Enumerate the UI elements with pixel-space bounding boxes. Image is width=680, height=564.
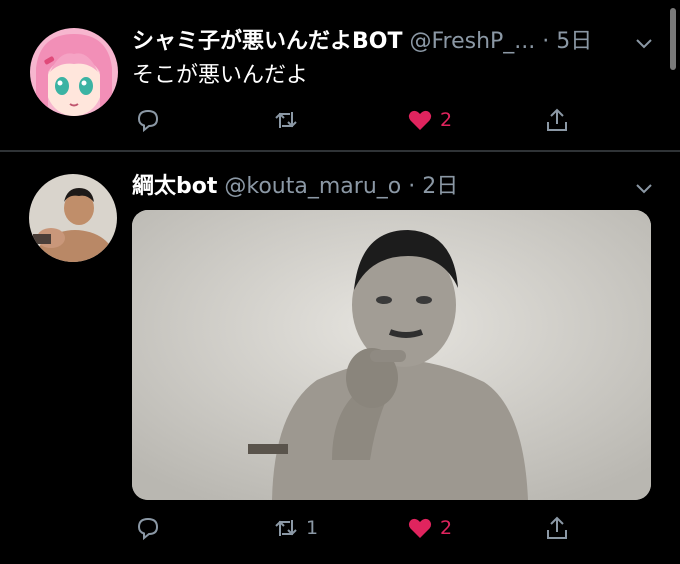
share-button[interactable] [543, 514, 571, 542]
share-icon [547, 516, 567, 539]
man-avatar-icon [29, 174, 117, 262]
reply-button[interactable] [134, 514, 168, 542]
retweet-count: 1 [306, 517, 319, 539]
retweet-icon [275, 112, 297, 128]
avatar[interactable] [30, 28, 118, 116]
retweet-button[interactable]: 1 [272, 514, 318, 542]
chevron-down-icon[interactable] [634, 178, 654, 198]
tweet-media[interactable] [132, 210, 651, 500]
heart-filled-icon [408, 110, 432, 130]
timestamp[interactable]: · 2日 [408, 174, 458, 199]
tweet-header: 綱太bot @kouta_maru_o · 2日 [132, 173, 458, 201]
share-icon [547, 108, 567, 131]
heart-filled-icon [408, 518, 432, 538]
chevron-down-icon[interactable] [634, 33, 654, 53]
avatar[interactable] [29, 174, 117, 262]
retweet-button[interactable] [272, 106, 306, 134]
anime-girl-avatar-icon [30, 28, 118, 116]
tweet[interactable]: シャミ子が悪いんだよBOT @FreshP_... · 5日 そこが悪いんだよ … [0, 0, 680, 150]
retweet-icon [275, 520, 297, 536]
handle[interactable]: @FreshP_... [409, 29, 535, 54]
display-name[interactable]: シャミ子が悪いんだよBOT [132, 29, 402, 54]
like-count: 2 [440, 109, 453, 131]
tweet[interactable]: 綱太bot @kouta_maru_o · 2日 1 2 [0, 152, 680, 564]
tweet-text: そこが悪いんだよ [132, 63, 309, 88]
handle[interactable]: @kouta_maru_o [224, 174, 401, 199]
reply-button[interactable] [134, 106, 168, 134]
reply-icon [137, 517, 159, 541]
share-button[interactable] [543, 106, 571, 134]
like-button[interactable]: 2 [406, 106, 452, 134]
tweet-header: シャミ子が悪いんだよBOT @FreshP_... · 5日 [132, 28, 592, 56]
timestamp[interactable]: · 5日 [542, 29, 592, 54]
display-name[interactable]: 綱太bot [132, 174, 217, 199]
like-count: 2 [440, 517, 453, 539]
photo-man-pointing-icon [132, 210, 651, 500]
like-button[interactable]: 2 [406, 514, 452, 542]
reply-icon [137, 109, 159, 133]
